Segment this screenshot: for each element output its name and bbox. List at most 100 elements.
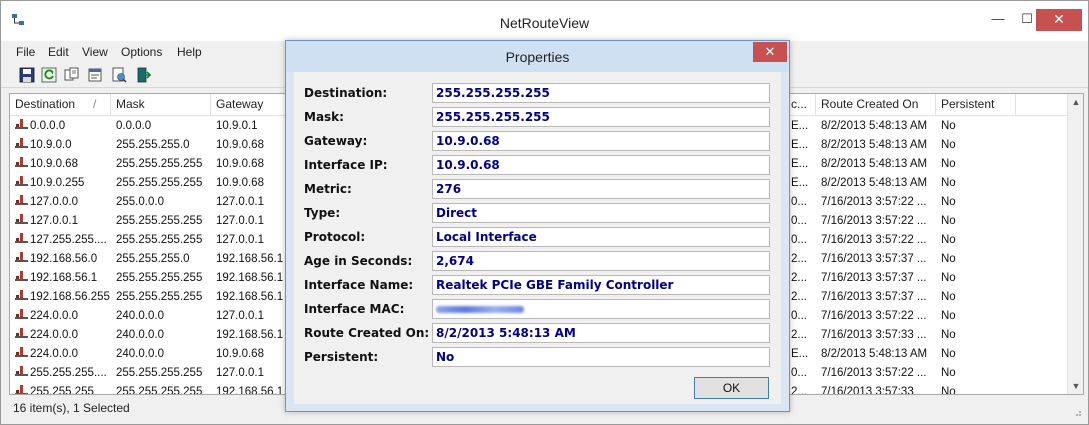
cell-text: 7/16/2013 3:57:22 ... <box>821 196 927 208</box>
cell-text: 240.0.0.0 <box>116 348 164 360</box>
cell-created: 7/16/2013 3:57:22 ... <box>821 231 936 250</box>
cell-text: No <box>941 215 956 227</box>
cell-persistent: No <box>941 326 1016 345</box>
menu-options[interactable]: Options <box>121 45 162 59</box>
cell-text: No <box>941 234 956 246</box>
cell-text: 127.0.0.0 <box>30 196 78 208</box>
cell-text: 7/16/2013 3:57:22 ... <box>821 367 927 379</box>
properties-icon[interactable] <box>87 67 103 83</box>
property-value-field[interactable] <box>432 299 770 319</box>
column-route-created-on[interactable]: Route Created On <box>816 94 936 116</box>
column-truncated[interactable]: c... <box>786 94 816 116</box>
menu-view[interactable]: View <box>82 45 108 59</box>
cell-text: E... <box>791 177 809 189</box>
property-value-field[interactable]: Direct <box>432 203 770 223</box>
cell-col4: 2... <box>791 288 816 307</box>
column-destination[interactable]: Destination / <box>10 94 111 116</box>
copy-icon[interactable] <box>64 67 80 83</box>
cell-text: No <box>941 196 956 208</box>
cell-col4: 2... <box>791 326 816 345</box>
cell-text: 224.0.0.0 <box>30 310 78 322</box>
cell-persistent: No <box>941 136 1016 155</box>
cell-gateway: 192.168.56.1 <box>216 250 286 269</box>
cell-destination: 255.255.255.... <box>14 364 111 383</box>
title-bar[interactable]: NetRouteView — ☐ ✕ <box>1 1 1088 41</box>
property-row: Metric: 276 <box>304 179 770 199</box>
property-value-field[interactable]: Realtek PCIe GBE Family Controller <box>432 275 770 295</box>
cell-destination: 0.0.0.0 <box>14 117 111 136</box>
dialog-title-bar[interactable]: Properties ✕ <box>286 41 789 72</box>
cell-col4: E... <box>791 136 816 155</box>
html-report-icon[interactable] <box>111 67 127 83</box>
ok-button[interactable]: OK <box>694 377 769 399</box>
cell-text: E... <box>791 139 809 151</box>
cell-text: 7/16/2013 3:57:37 ... <box>821 253 927 265</box>
cell-persistent: No <box>941 174 1016 193</box>
column-persistent[interactable]: Persistent <box>936 94 1016 116</box>
menu-help[interactable]: Help <box>177 45 202 59</box>
save-icon[interactable] <box>19 67 35 83</box>
cell-text: 0.0.0.0 <box>30 120 66 132</box>
cell-mask: 255.255.255.255 <box>116 212 211 231</box>
cell-text: 127.0.0.1 <box>216 310 264 322</box>
cell-text: 255.0.0.0 <box>116 196 164 208</box>
property-label: Mask: <box>304 110 344 124</box>
cell-text: 2... <box>791 291 807 303</box>
cell-destination: 192.168.56.255 <box>14 288 111 307</box>
cell-text: 255.255.255.255 <box>116 272 203 284</box>
cell-text: 8/2/2013 5:48:13 AM <box>821 158 928 170</box>
property-value-field[interactable]: 255.255.255.255 <box>432 107 770 127</box>
property-value-field[interactable]: Local Interface <box>432 227 770 247</box>
cell-mask: 255.255.255.255 <box>116 288 211 307</box>
route-icon <box>14 175 29 187</box>
property-label: Interface IP: <box>304 158 388 172</box>
cell-text: 192.168.56.1 <box>30 272 98 284</box>
exit-icon[interactable] <box>135 67 151 83</box>
resize-grip-icon[interactable] <box>1072 407 1082 417</box>
cell-persistent: No <box>941 307 1016 326</box>
property-value-field[interactable]: 2,674 <box>432 251 770 271</box>
cell-persistent: No <box>941 345 1016 364</box>
cell-text: 127.0.0.1 <box>30 215 78 227</box>
cell-destination: 10.9.0.255 <box>14 174 111 193</box>
cell-text: E... <box>791 120 809 132</box>
cell-mask: 255.255.255.255 <box>116 174 211 193</box>
dialog-close-button[interactable]: ✕ <box>753 42 787 62</box>
vertical-scrollbar[interactable]: ▲ ▼ <box>1067 94 1083 394</box>
refresh-icon[interactable] <box>41 67 57 83</box>
cell-text: 255.255.255.255 <box>116 386 203 395</box>
property-value-field[interactable]: 10.9.0.68 <box>432 155 770 175</box>
cell-text: 255.255.255.0 <box>116 139 190 151</box>
cell-text: 127.0.0.1 <box>216 234 264 246</box>
column-gateway[interactable]: Gateway <box>211 94 286 116</box>
close-button[interactable]: ✕ <box>1036 9 1082 31</box>
cell-mask: 255.255.255.0 <box>116 136 211 155</box>
cell-text: 224.0.0.0 <box>30 329 78 341</box>
cell-persistent: No <box>941 250 1016 269</box>
cell-text: 224.0.0.0 <box>30 348 78 360</box>
property-label: Interface MAC: <box>304 302 405 316</box>
property-value-field[interactable]: 10.9.0.68 <box>432 131 770 151</box>
column-mask[interactable]: Mask <box>111 94 211 116</box>
cell-col4: 2... <box>791 250 816 269</box>
menu-file[interactable]: File <box>16 45 35 59</box>
cell-persistent: No <box>941 288 1016 307</box>
scroll-down-icon[interactable]: ▼ <box>1068 378 1083 394</box>
menu-edit[interactable]: Edit <box>48 45 69 59</box>
property-row: Age in Seconds: 2,674 <box>304 251 770 271</box>
property-value-field[interactable]: No <box>432 347 770 367</box>
cell-mask: 240.0.0.0 <box>116 326 211 345</box>
property-value-field[interactable]: 255.255.255.255 <box>432 83 770 103</box>
cell-gateway: 10.9.0.68 <box>216 155 286 174</box>
scroll-up-icon[interactable]: ▲ <box>1068 94 1083 110</box>
cell-col4: E... <box>791 155 816 174</box>
cell-text: 255.255.255.255 <box>116 215 203 227</box>
column-destination-label: Destination <box>15 97 76 111</box>
cell-gateway: 127.0.0.1 <box>216 193 286 212</box>
cell-created: 8/2/2013 5:48:13 AM <box>821 136 936 155</box>
property-value-field[interactable]: 8/2/2013 5:48:13 AM <box>432 323 770 343</box>
route-icon <box>14 270 29 282</box>
cell-text: 10.9.0.1 <box>216 120 258 132</box>
property-value-field[interactable]: 276 <box>432 179 770 199</box>
cell-text: 192.168.56.1 <box>216 329 284 341</box>
